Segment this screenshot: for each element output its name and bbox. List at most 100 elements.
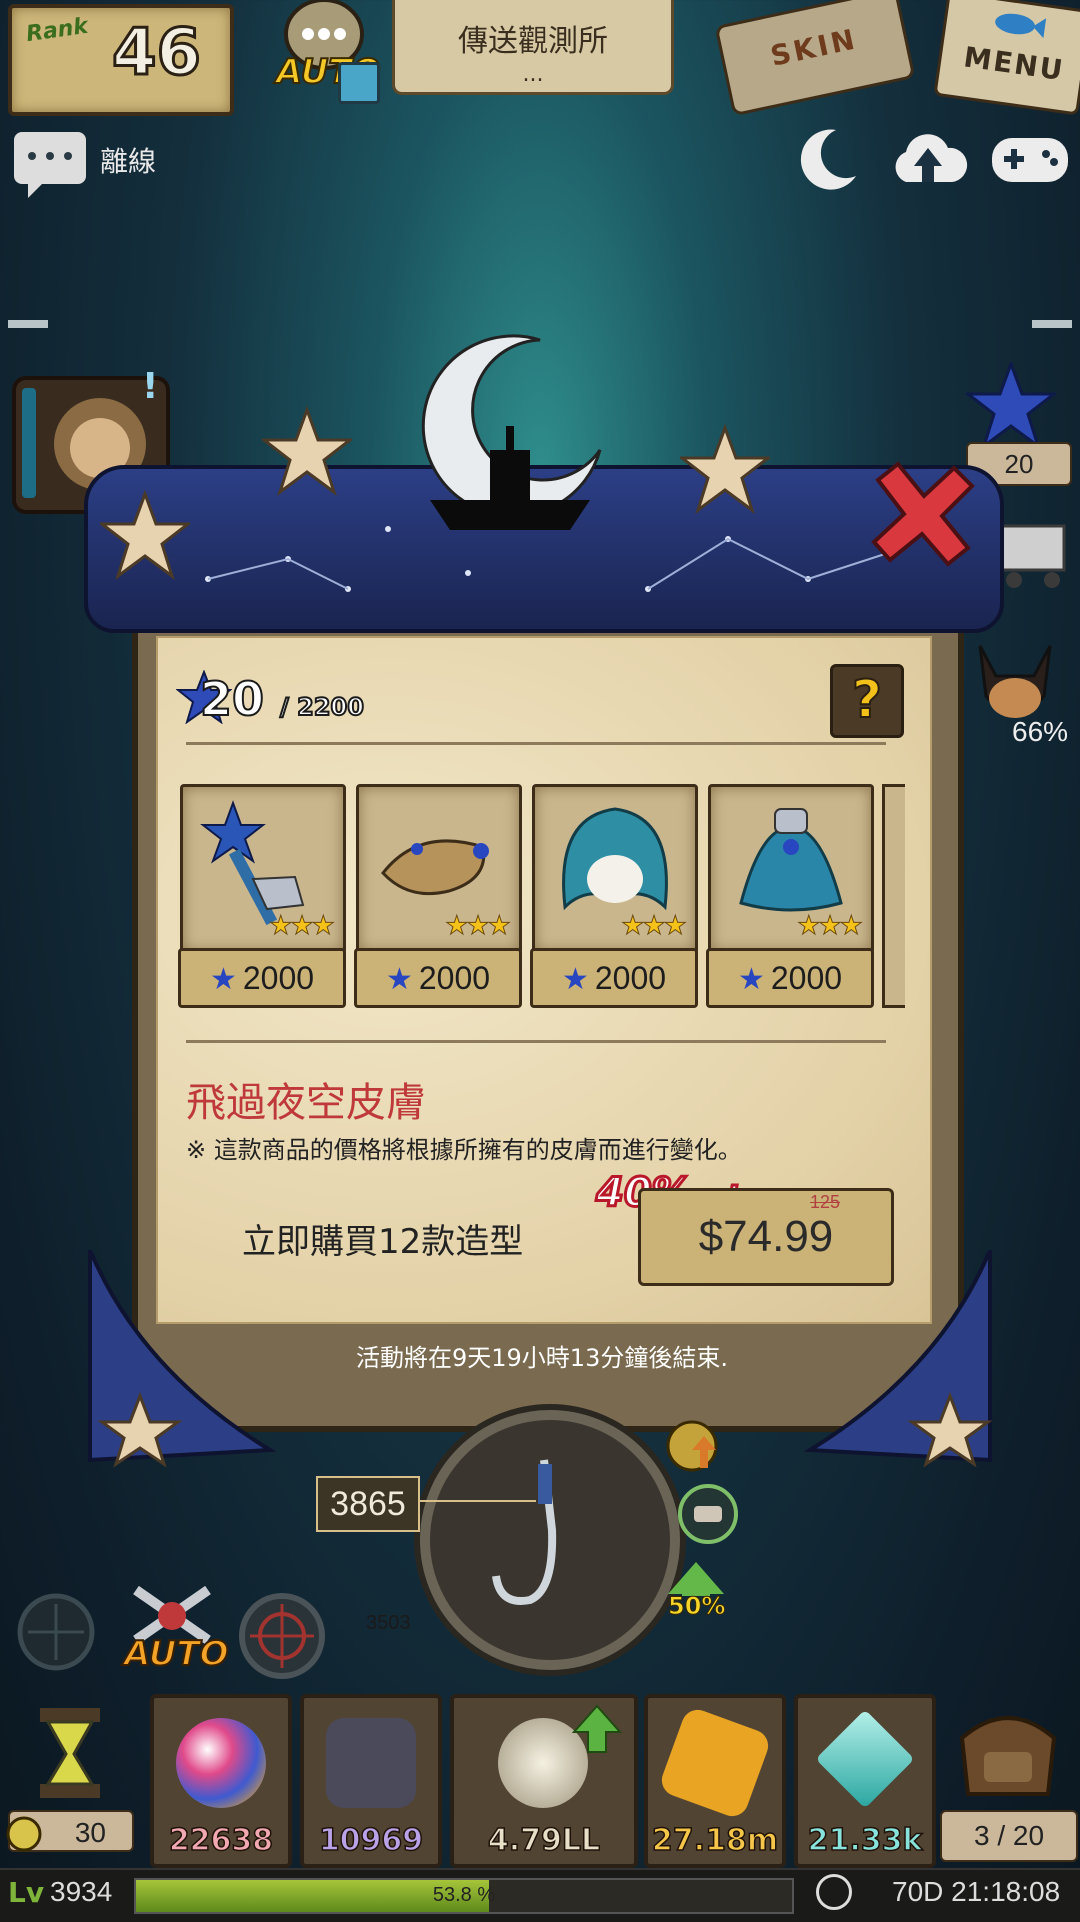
item-image: ★★★ — [356, 784, 522, 954]
next-item-card-peek[interactable] — [882, 784, 905, 1008]
location-scroll: 傳送觀測所 ... — [392, 0, 674, 95]
item-image: ★★★ — [180, 784, 346, 954]
divider — [186, 1040, 886, 1043]
clock-icon — [816, 1874, 852, 1910]
resource-slot[interactable]: 22638 — [150, 1694, 292, 1868]
blue-star-icon: ★ — [209, 963, 237, 996]
resource-value: 21.33k — [807, 1822, 923, 1859]
xp-percent: 53.8 % — [432, 1884, 496, 1906]
upgrade-coin-icon[interactable] — [664, 1418, 724, 1474]
skin-item-card[interactable]: ★★★ ★ 2000 — [178, 784, 346, 1008]
item-price-value: 2000 — [242, 960, 315, 996]
rank-value: 46 — [110, 15, 202, 92]
offer-note: ※ 這款商品的價格將根據所擁有的皮膚而進行變化。 — [186, 1136, 742, 1164]
dark-crest-icon — [326, 1718, 416, 1808]
crosshair-icon[interactable] — [236, 1590, 328, 1682]
fish-icon — [995, 13, 1047, 39]
star-count: 20 / 2200 — [199, 671, 365, 727]
menu-button[interactable]: MENU — [933, 0, 1080, 116]
hourglass-icon[interactable] — [10, 1700, 130, 1806]
curtain-right-icon — [803, 1250, 993, 1468]
rank-badge[interactable]: Rank 46 — [8, 4, 234, 116]
offer-title: 飛過夜空皮膚 — [186, 1080, 426, 1126]
cloud-upload-icon[interactable] — [888, 126, 968, 196]
right-edge-marker — [1032, 320, 1072, 328]
item-price-value: 2000 — [770, 960, 843, 996]
depth-line — [416, 1500, 536, 1502]
crystal-icon — [815, 1709, 915, 1809]
moon-icon[interactable] — [792, 124, 862, 194]
gold-star-icon — [100, 490, 190, 580]
avatar-gauge — [22, 388, 36, 498]
xp-bar: 53.8 % — [134, 1878, 794, 1914]
resource-value: 27.18m — [651, 1822, 779, 1859]
rank-label: Rank — [24, 13, 90, 48]
gold-star-icon — [262, 406, 352, 496]
resource-slot[interactable]: 27.18m — [644, 1694, 786, 1868]
rating-stars-icon: ★★★ — [797, 911, 864, 942]
rating-stars-icon: ★★★ — [621, 911, 688, 942]
moon-ship-icon — [421, 334, 602, 530]
blue-star-icon: ★ — [561, 963, 589, 996]
rating-stars-icon: ★★★ — [445, 911, 512, 942]
rating-stars-icon: ★★★ — [269, 911, 336, 942]
blue-star-icon: ★ — [737, 963, 765, 996]
help-button[interactable]: ? — [830, 664, 904, 738]
boost-percent: 50% — [667, 1592, 726, 1621]
skin-item-card[interactable]: ★★★ ★ 2000 — [354, 784, 522, 1008]
current-stars: 20 — [199, 671, 265, 727]
backpack-icon[interactable] — [948, 1698, 1068, 1808]
upgrade-arrow-icon — [572, 1704, 622, 1753]
skin-label: SKIN — [767, 22, 861, 73]
max-stars: 2200 — [296, 692, 365, 722]
resource-slot[interactable]: 10969 — [300, 1694, 442, 1868]
level-value: 3934 — [50, 1876, 113, 1907]
close-icon[interactable] — [868, 460, 978, 570]
blue-star-icon: ★ — [385, 963, 413, 996]
divider — [186, 742, 886, 745]
fishing-hook-icon — [492, 1459, 557, 1605]
chat-icon[interactable] — [14, 132, 86, 198]
skin-item-card[interactable]: ★★★ ★ 2000 — [706, 784, 874, 1008]
location-sub: ... — [522, 62, 544, 87]
curtain-left-icon — [88, 1250, 277, 1468]
pouch-icon — [6, 1816, 42, 1852]
boost-arrow-icon — [668, 1562, 724, 1596]
resource-value: 4.79LL — [487, 1822, 601, 1859]
hand-hook-icon[interactable] — [676, 1482, 740, 1546]
gold-ore-icon — [657, 1705, 773, 1821]
auto-fight-label: AUTO — [123, 1633, 229, 1675]
resource-value: 22638 — [168, 1822, 274, 1859]
fishing-reel-button[interactable] — [420, 1410, 680, 1670]
item-price: ★ 2000 — [530, 948, 698, 1008]
alert-icon: ! — [142, 366, 159, 407]
compass-icon[interactable] — [14, 1590, 98, 1674]
location-name: 傳送觀測所 — [458, 24, 608, 59]
level-icon: Lv — [8, 1876, 45, 1909]
skin-button[interactable]: SKIN — [714, 0, 916, 117]
resource-value: 10969 — [318, 1822, 424, 1859]
resource-slot[interactable]: 4.79LL — [450, 1694, 638, 1868]
buy-label: 立即購買12款造型 — [242, 1222, 524, 1262]
depth-marker: 3503 — [366, 1612, 411, 1634]
gold-star-icon — [680, 424, 770, 514]
blue-star-icon[interactable] — [966, 362, 1056, 448]
portal-icon — [338, 62, 380, 104]
item-price: ★ 2000 — [354, 948, 522, 1008]
boss-percent: 66% — [1012, 716, 1069, 747]
bag-count: 3 / 20 — [940, 1810, 1078, 1862]
rainbow-orb-icon — [176, 1718, 266, 1808]
skin-item-card[interactable]: ★★★ ★ 2000 — [530, 784, 698, 1008]
original-price: 125 — [810, 1192, 841, 1212]
play-time: 70D 21:18:08 — [892, 1876, 1061, 1907]
item-price: ★ 2000 — [178, 948, 346, 1008]
item-price: ★ 2000 — [706, 948, 874, 1008]
item-image: ★★★ — [532, 784, 698, 954]
auto-toggle-button[interactable]: AUTO — [262, 0, 382, 110]
left-edge-marker — [8, 320, 48, 328]
chat-status: 離線 — [100, 146, 157, 177]
current-depth: 3865 — [316, 1476, 420, 1532]
gamepad-icon[interactable] — [990, 132, 1070, 188]
auto-fight-button[interactable]: AUTO — [122, 1580, 229, 1680]
resource-slot[interactable]: 21.33k — [794, 1694, 936, 1868]
